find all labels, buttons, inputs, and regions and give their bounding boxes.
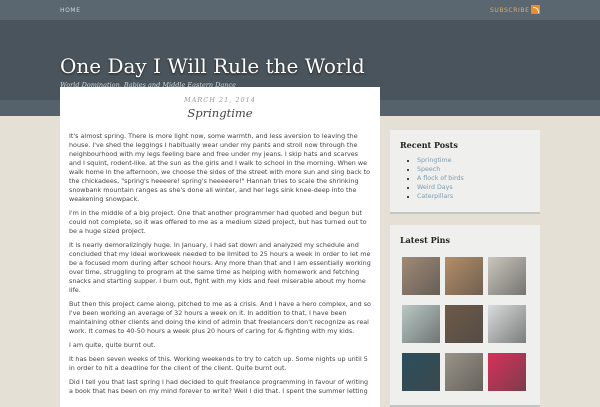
- pin-image[interactable]: [402, 353, 440, 391]
- nav-home-link[interactable]: HOME: [60, 7, 81, 14]
- post-paragraph: Did I tell you that last spring I had de…: [69, 378, 369, 395]
- recent-post-link[interactable]: Springtime: [417, 157, 452, 164]
- pin-image[interactable]: [488, 353, 526, 391]
- rss-icon[interactable]: [531, 5, 540, 14]
- post-paragraph: I'm in the middle of a big project. One …: [69, 209, 367, 235]
- post-title[interactable]: Springtime: [69, 106, 371, 120]
- recent-post-link[interactable]: Weird Days: [417, 184, 453, 191]
- post-body: It's almost spring. There is more light …: [69, 132, 371, 396]
- pin-image[interactable]: [402, 305, 440, 343]
- recent-post-link[interactable]: A flock of birds: [417, 175, 464, 182]
- pin-image[interactable]: [445, 353, 483, 391]
- recent-post-link[interactable]: Speech: [417, 166, 440, 173]
- pin-image[interactable]: [488, 305, 526, 343]
- pin-image[interactable]: [445, 257, 483, 295]
- latest-pins-widget: Latest Pins: [390, 225, 540, 405]
- recent-posts-title: Recent Posts: [400, 140, 458, 150]
- post-paragraph: I am quite, quite burnt out.: [69, 341, 156, 349]
- post-paragraph: It has been seven weeks of this. Working…: [69, 355, 368, 372]
- pin-image[interactable]: [445, 305, 483, 343]
- post-paragraph: It's almost spring. There is more light …: [69, 132, 371, 203]
- subscribe-link[interactable]: SUBSCRIBE: [490, 7, 529, 14]
- post-paragraph: But then this project came along, pitche…: [69, 300, 371, 335]
- site-title[interactable]: One Day I Will Rule the World: [60, 54, 365, 78]
- pin-image[interactable]: [488, 257, 526, 295]
- pin-image[interactable]: [402, 257, 440, 295]
- post-date: MARCH 21, 2014: [184, 96, 256, 104]
- post-paragraph: It is nearly demoralizingly huge. In Jan…: [69, 241, 371, 294]
- latest-pins-title: Latest Pins: [400, 235, 450, 245]
- pins-grid: [402, 257, 530, 391]
- recent-posts-widget: Recent Posts Springtime Speech A flock o…: [390, 130, 540, 212]
- post: MARCH 21, 2014 Springtime It's almost sp…: [60, 87, 380, 407]
- top-nav: HOME SUBSCRIBE: [0, 0, 600, 20]
- recent-post-link[interactable]: Caterpillars: [417, 193, 453, 200]
